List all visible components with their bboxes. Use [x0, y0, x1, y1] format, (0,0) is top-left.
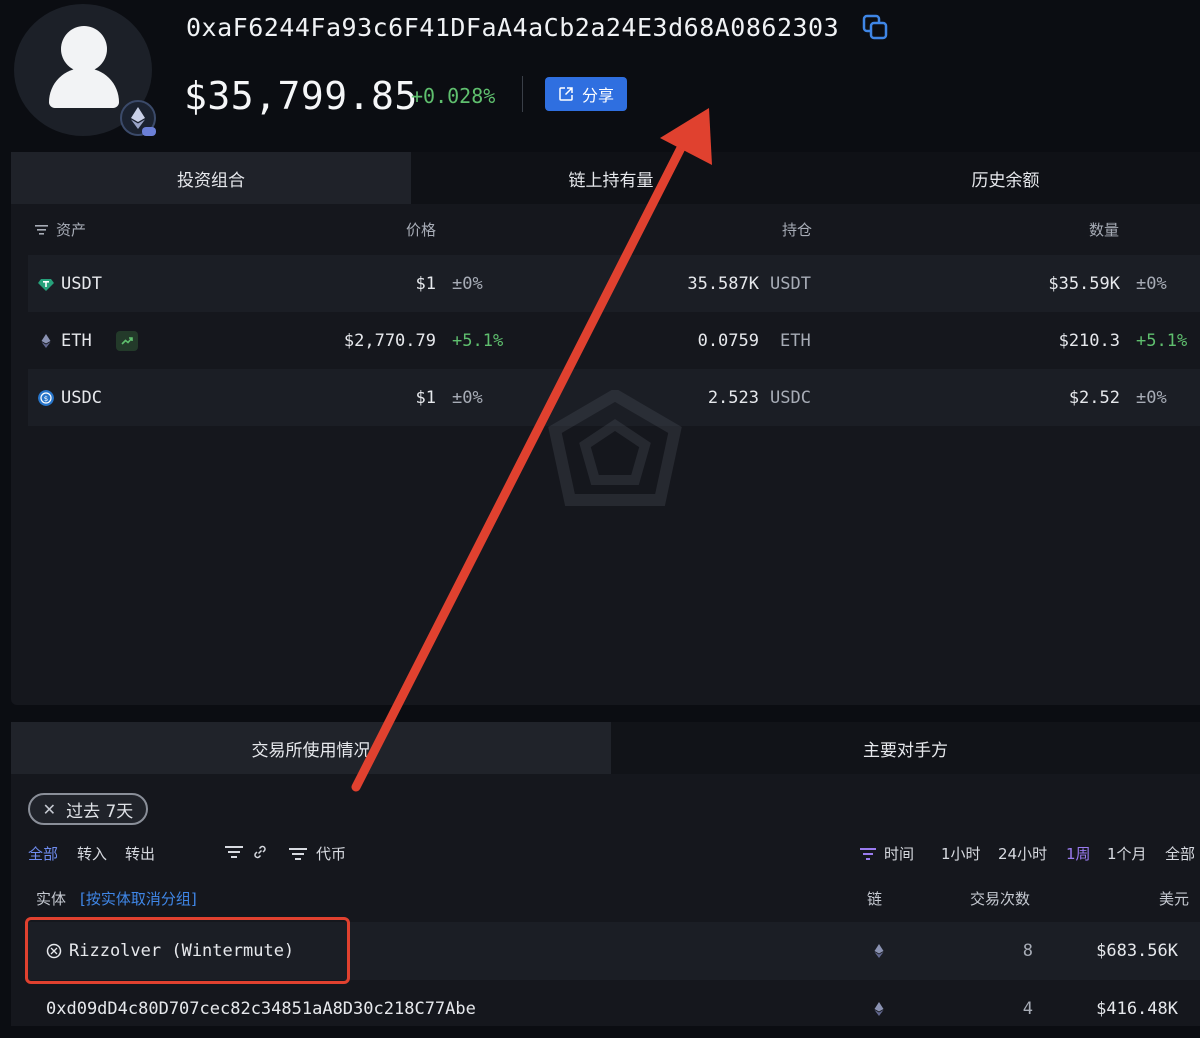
asset-value: $2.52: [1068, 387, 1120, 408]
value-change: ±0%: [1136, 273, 1167, 294]
tab-exchange-usage[interactable]: 交易所使用情况: [11, 722, 611, 774]
asset-price: $1: [415, 273, 436, 294]
time-range-all[interactable]: 全部: [1165, 843, 1195, 864]
price-column-header: 价格: [406, 221, 437, 239]
filter-icon: [860, 847, 876, 860]
filter-icon: [289, 847, 307, 860]
chain-column-header: 链: [867, 890, 883, 908]
direction-filter-all[interactable]: 全部: [28, 843, 58, 864]
tx-count-column-header: 交易次数: [970, 890, 1031, 908]
ethereum-chain-badge: [120, 100, 156, 136]
asset-value: $35.59K: [1048, 273, 1120, 294]
tab-onchain-holdings[interactable]: 链上持有量: [411, 152, 811, 204]
tab-portfolio[interactable]: 投资组合: [11, 152, 411, 204]
ethereum-icon: [41, 333, 51, 348]
asset-price: $2,770.79: [343, 330, 436, 351]
direction-filter-in[interactable]: 转入: [77, 843, 107, 864]
direction-filter-out[interactable]: 转出: [125, 843, 155, 864]
token-filter[interactable]: 代币: [289, 843, 346, 864]
total-balance: $35,799.85: [184, 74, 418, 118]
holding-unit: USDC: [770, 387, 811, 408]
holding-unit: USDT: [770, 273, 811, 294]
time-range-24h[interactable]: 24小时: [998, 843, 1047, 864]
time-filter-chip[interactable]: ✕ 过去 7天: [28, 793, 148, 825]
copy-icon: [862, 14, 888, 40]
counterparty-entity[interactable]: Rizzolver (Wintermute): [69, 922, 294, 980]
filter-icon[interactable]: [225, 845, 243, 863]
time-range-1m[interactable]: 1个月: [1107, 843, 1147, 864]
close-icon[interactable]: ✕: [43, 800, 56, 819]
holding-unit: ETH: [780, 330, 811, 351]
holding-column-header: 持仓: [782, 221, 813, 239]
share-button[interactable]: 分享: [545, 77, 627, 111]
svg-text:$: $: [44, 395, 48, 403]
price-change: ±0%: [452, 387, 483, 408]
entity-logo-icon: [46, 943, 62, 959]
link-icon[interactable]: [252, 844, 268, 864]
time-sort-filter[interactable]: 时间: [860, 843, 914, 864]
counterparty-row[interactable]: Rizzolver (Wintermute) 8 $683.56K: [28, 922, 1200, 980]
asset-row-eth[interactable]: ETH $2,770.79 +5.1% 0.0759 ETH $210.3 +5…: [28, 312, 1200, 369]
counterparty-tabs: 交易所使用情况 主要对手方: [11, 722, 1200, 774]
tx-count: 8: [1022, 941, 1033, 961]
price-change: +5.1%: [452, 330, 504, 351]
price-change: ±0%: [452, 273, 483, 294]
tether-icon: [38, 278, 54, 291]
ungroup-by-entity-link[interactable]: [按实体取消分组]: [80, 888, 197, 909]
header-divider: [522, 76, 523, 112]
entity-column-header: 实体: [36, 890, 67, 908]
usd-volume: $683.56K: [1096, 941, 1178, 961]
tab-top-counterparties[interactable]: 主要对手方: [611, 722, 1200, 774]
ethereum-icon: [874, 944, 884, 958]
sort-icon: [35, 224, 48, 235]
asset-symbol: ETH: [61, 330, 92, 351]
asset-symbol: USDT: [61, 273, 102, 294]
balance-change: +0.028%: [411, 84, 496, 108]
tab-historical-balance[interactable]: 历史余额: [811, 152, 1200, 204]
value-change: ±0%: [1136, 387, 1167, 408]
usdc-icon: $: [38, 389, 54, 406]
asset-value: $210.3: [1058, 330, 1120, 351]
portfolio-tabs: 投资组合 链上持有量 历史余额: [11, 152, 1200, 204]
share-label: 分享: [581, 86, 614, 105]
asset-column-header[interactable]: 资产: [35, 219, 86, 240]
copy-address-button[interactable]: [860, 12, 892, 44]
asset-price: $1: [415, 387, 436, 408]
amount-column-header: 数量: [1089, 221, 1120, 239]
asset-row-usdt[interactable]: USDT $1 ±0% 35.587K USDT $35.59K ±0%: [28, 255, 1200, 312]
filter-chip-label: 过去 7天: [66, 801, 134, 822]
tx-count: 4: [1022, 999, 1033, 1019]
wallet-address: 0xaF6244Fa93c6F41DFaA4aCb2a24E3d68A08623…: [186, 13, 840, 42]
external-link-icon: [559, 87, 573, 101]
asset-symbol: USDC: [61, 387, 102, 408]
holding-amount: 2.523: [707, 387, 759, 408]
usd-volume: $416.48K: [1096, 999, 1178, 1019]
user-silhouette-icon: [61, 26, 107, 72]
ethereum-icon: [874, 1002, 884, 1016]
trending-up-icon[interactable]: [116, 330, 138, 351]
usd-column-header: 美元: [1159, 890, 1190, 908]
counterparty-row[interactable]: 0xd09dD4c80D707cec82c34851aA8D30c218C77A…: [28, 980, 1200, 1038]
value-change: +5.1%: [1136, 330, 1188, 351]
holding-amount: 35.587K: [687, 273, 759, 294]
arkham-logo-watermark: [548, 390, 682, 506]
time-range-1h[interactable]: 1小时: [941, 843, 981, 864]
holding-amount: 0.0759: [697, 330, 759, 351]
time-range-1w[interactable]: 1周: [1066, 843, 1091, 864]
counterparty-entity[interactable]: 0xd09dD4c80D707cec82c34851aA8D30c218C77A…: [46, 980, 476, 1038]
